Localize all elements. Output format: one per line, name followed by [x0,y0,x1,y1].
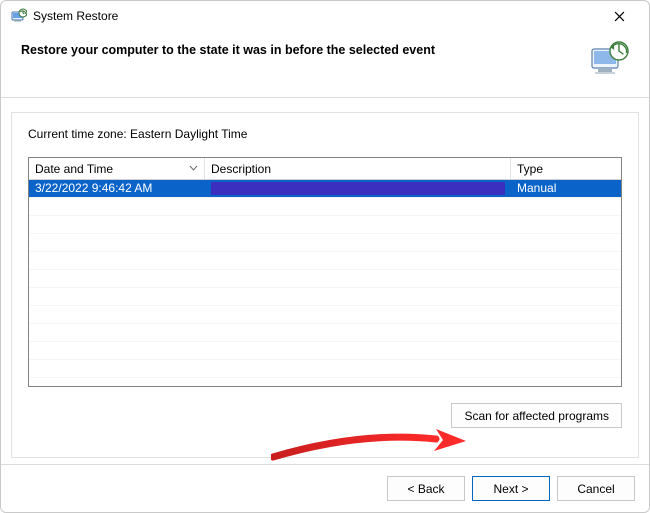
sort-indicator-icon [189,162,198,176]
system-restore-icon [11,8,27,24]
scan-row: Scan for affected programs [28,403,622,428]
table-header: Date and Time Description Type [29,158,621,180]
column-datetime[interactable]: Date and Time [29,158,205,179]
system-restore-window: System Restore Restore your computer to … [0,0,650,513]
column-type-label: Type [517,162,543,176]
next-button[interactable]: Next > [472,476,550,501]
titlebar: System Restore [1,1,649,31]
system-restore-large-icon [589,39,629,79]
column-datetime-label: Date and Time [35,162,113,176]
table-body: 3/22/2022 9:46:42 AM Manual [29,180,621,386]
timezone-label: Current time zone: Eastern Daylight Time [28,127,622,141]
cell-datetime: 3/22/2022 9:46:42 AM [29,180,205,197]
redacted-description [211,182,505,195]
wizard-footer: < Back Next > Cancel [1,464,649,512]
scan-affected-programs-button[interactable]: Scan for affected programs [451,403,622,428]
cell-description [205,180,511,197]
column-description-label: Description [211,162,271,176]
column-type[interactable]: Type [511,158,621,179]
column-description[interactable]: Description [205,158,511,179]
window-title: System Restore [33,9,597,23]
close-button[interactable] [597,1,641,31]
table-row[interactable]: 3/22/2022 9:46:42 AM Manual [29,180,621,197]
back-button[interactable]: < Back [387,476,465,501]
cell-type: Manual [511,180,621,197]
body-panel: Current time zone: Eastern Daylight Time… [11,112,639,458]
wizard-header: Restore your computer to the state it wa… [1,31,649,98]
restore-points-table[interactable]: Date and Time Description Type 3/22/2022… [28,157,622,387]
page-heading: Restore your computer to the state it wa… [21,39,579,57]
cancel-button[interactable]: Cancel [557,476,635,501]
